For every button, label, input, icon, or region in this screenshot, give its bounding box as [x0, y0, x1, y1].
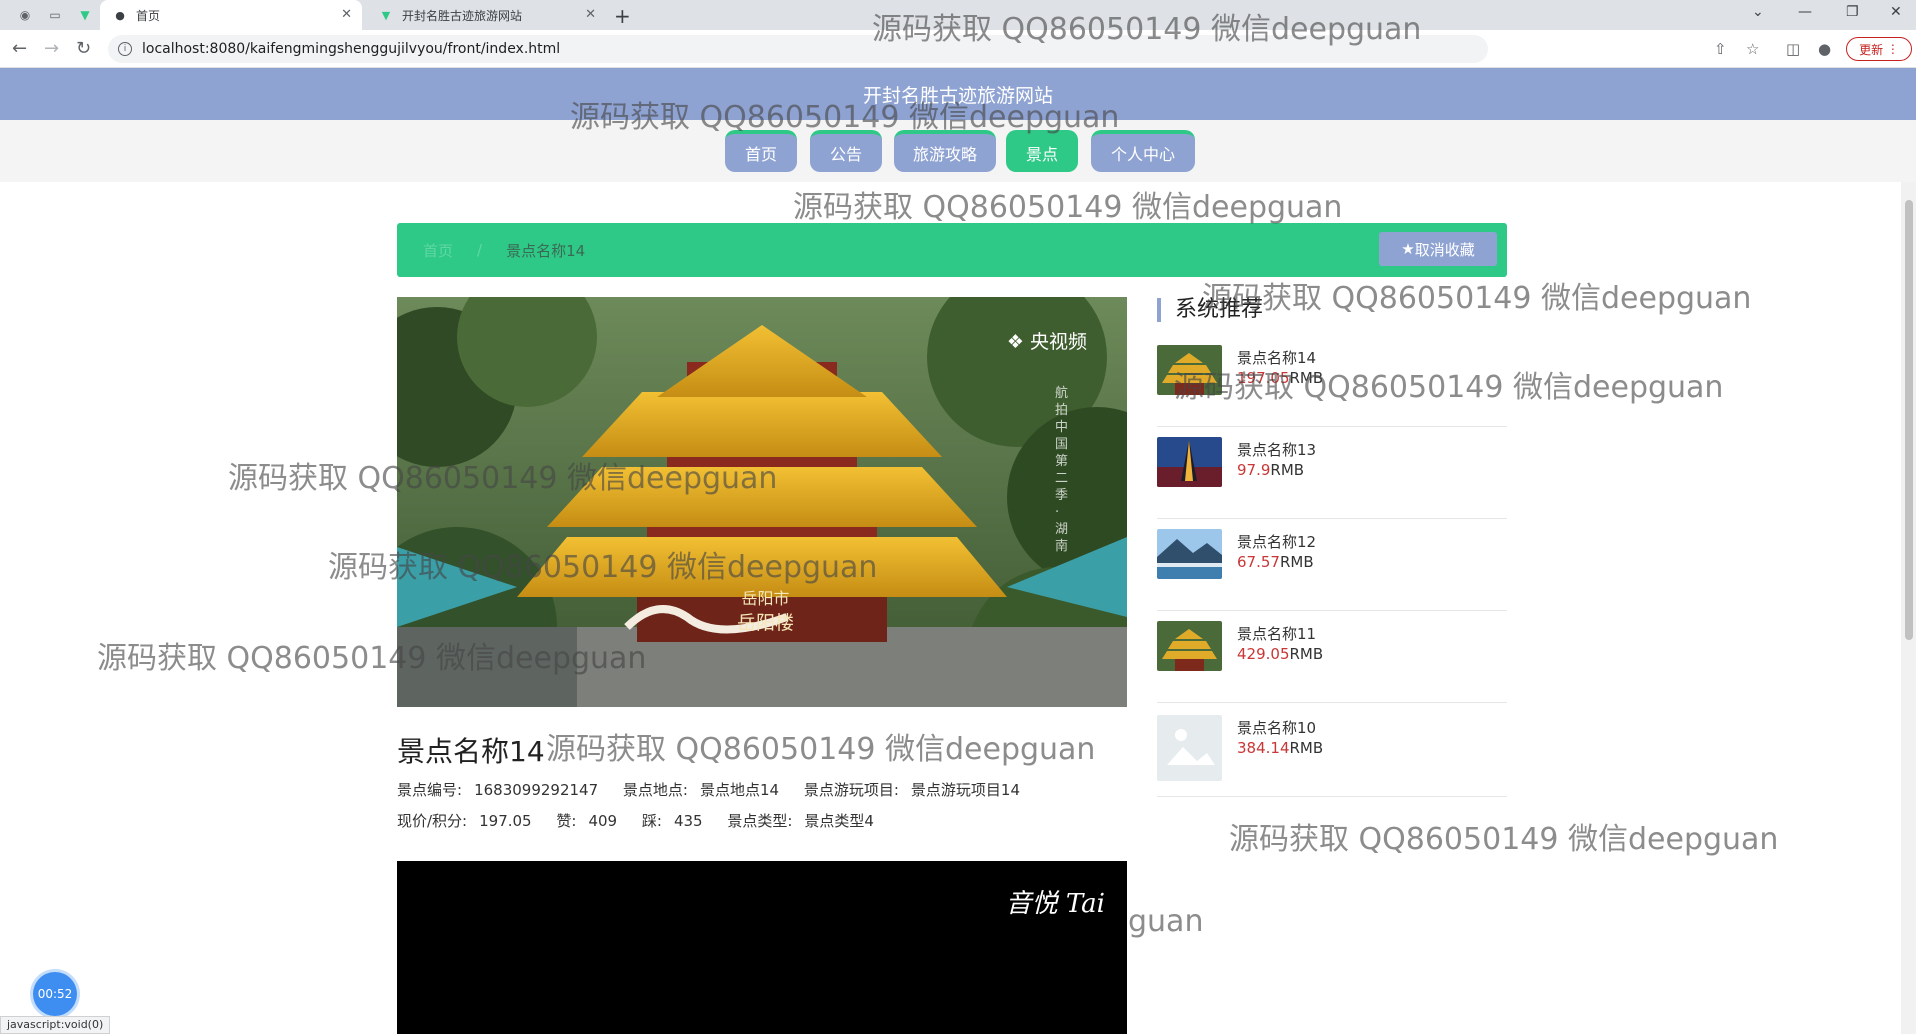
vue-icon: ▼: [381, 8, 391, 22]
recommend-thumbnail: [1157, 529, 1222, 579]
profile-icon[interactable]: ●: [1818, 40, 1831, 58]
info-icon[interactable]: i: [118, 42, 132, 56]
breadcrumb-separator: /: [477, 241, 483, 259]
bookmark-star-icon[interactable]: ☆: [1746, 40, 1759, 58]
video-logo: ❖ 央视频: [1006, 331, 1087, 353]
nav-scenic-spots[interactable]: 景点: [1006, 130, 1078, 172]
star-icon: ★: [1401, 240, 1415, 258]
address-bar-row: ← → ↻ i localhost:8080/kaifengmingshengg…: [0, 30, 1916, 68]
nav-travel-guide[interactable]: 旅游攻略: [894, 130, 996, 172]
recommend-name: 景点名称14: [1237, 349, 1317, 367]
close-icon[interactable]: ✕: [585, 7, 596, 22]
watermark: 源码获取 QQ86050149 微信deepguan: [546, 732, 1096, 767]
app-icon[interactable]: ◉: [16, 6, 34, 24]
sidebar-icon[interactable]: ◫: [1786, 40, 1800, 58]
tab-icon-blank[interactable]: ▭: [46, 6, 64, 24]
minimize-button[interactable]: —: [1798, 4, 1812, 20]
recommend-name: 景点名称11: [1237, 625, 1317, 643]
watermark: 源码获取 QQ86050149 微信deepguan: [793, 190, 1343, 225]
recommend-price: 384.14RMB: [1237, 739, 1324, 757]
breadcrumb-home[interactable]: 首页: [423, 240, 453, 261]
update-button[interactable]: 更新 ⋮: [1846, 37, 1912, 61]
main-nav: 首页 公告 旅游攻略 景点 个人中心: [0, 120, 1916, 182]
watermark: 源码获取 QQ86050149 微信deepguan: [1202, 281, 1752, 316]
recommend-item[interactable]: 景点名称13 97.9RMB: [1157, 427, 1507, 519]
recommend-heading: 系统推荐: [1157, 298, 1263, 322]
share-icon[interactable]: ⇧: [1714, 40, 1727, 58]
recommend-price: 429.05RMB: [1237, 645, 1324, 663]
scrollbar-thumb[interactable]: [1905, 200, 1913, 640]
tab-site[interactable]: ▼ 开封名胜古迹旅游网站 ✕: [366, 0, 606, 30]
recommend-name: 景点名称13: [1237, 441, 1317, 459]
restore-button[interactable]: ❐: [1846, 4, 1859, 20]
recommend-price: 97.9RMB: [1237, 461, 1305, 479]
watermark: guan: [1128, 904, 1204, 939]
recommend-name: 景点名称12: [1237, 533, 1317, 551]
site-title: 开封名胜古迹旅游网站: [862, 84, 1053, 107]
nav-home[interactable]: 首页: [725, 130, 797, 172]
recommend-thumbnail: [1157, 437, 1222, 487]
recording-timer[interactable]: 00:52: [33, 972, 77, 1016]
new-tab-button[interactable]: +: [614, 4, 631, 28]
close-icon[interactable]: ✕: [341, 7, 352, 22]
globe-icon: ●: [115, 8, 125, 22]
watermark: 源码获取 QQ86050149 微信deepguan: [1229, 822, 1779, 857]
nav-personal-center[interactable]: 个人中心: [1091, 130, 1195, 172]
detail-row-2: 现价/积分: 197.05 赞: 409 踩: 435 景点类型: 景点类型4: [397, 812, 874, 830]
recommend-price: 197.05RMB: [1237, 369, 1324, 387]
recommend-thumbnail: [1157, 621, 1222, 671]
unfavorite-button[interactable]: ★ 取消收藏: [1379, 232, 1497, 266]
window-close-button[interactable]: ✕: [1890, 4, 1902, 20]
detail-title: 景点名称14: [397, 735, 545, 768]
tab-search-icon[interactable]: ⌄: [1752, 4, 1764, 20]
site-header: 开封名胜古迹旅游网站: [0, 68, 1916, 120]
url-input[interactable]: i localhost:8080/kaifengmingshenggujilvy…: [108, 35, 1488, 63]
recommend-thumbnail: [1157, 345, 1222, 395]
tab-title: 首页: [136, 8, 161, 23]
recommend-item[interactable]: 景点名称12 67.57RMB: [1157, 519, 1507, 611]
browser-tab-bar: ◉ ▭ ▼ ● 首页 ✕ ▼ 开封名胜古迹旅游网站 ✕ + ⌄ — ❐ ✕: [0, 0, 1916, 30]
video-player[interactable]: 音悦 Tai: [397, 861, 1127, 1034]
video-caption: 音悦 Tai: [1005, 889, 1105, 919]
recommend-item[interactable]: 景点名称14 197.05RMB: [1157, 335, 1507, 427]
recommend-name: 景点名称10: [1237, 719, 1317, 737]
back-icon[interactable]: ←: [12, 38, 27, 59]
pagoda-illustration: [397, 297, 1127, 707]
status-bar: javascript:void(0): [0, 1016, 111, 1034]
reload-icon[interactable]: ↻: [76, 38, 91, 59]
detail-row-1: 景点编号: 1683099292147 景点地点: 景点地点14 景点游玩项目: 景点…: [397, 781, 1021, 799]
vue-icon[interactable]: ▼: [76, 6, 94, 24]
breadcrumb: 首页 / 景点名称14 ★ 取消收藏: [397, 223, 1507, 277]
tab-title: 开封名胜古迹旅游网站: [402, 8, 523, 23]
recommend-item[interactable]: 景点名称10 384.14RMB: [1157, 705, 1507, 797]
breadcrumb-current: 景点名称14: [506, 241, 586, 260]
recommend-thumbnail: [1157, 715, 1222, 781]
recommend-price: 67.57RMB: [1237, 553, 1314, 571]
image-caption: 岳阳市 岳阳楼: [737, 589, 795, 634]
nav-announcement[interactable]: 公告: [810, 130, 882, 172]
url-text: localhost:8080/kaifengmingshenggujilvyou…: [142, 41, 561, 57]
scenic-spot-image: ❖ 央视频 航拍中国 第二季 · 湖南 岳阳市 岳阳楼: [397, 297, 1127, 707]
recommend-item[interactable]: 景点名称11 429.05RMB: [1157, 611, 1507, 703]
forward-icon[interactable]: →: [44, 38, 59, 59]
tab-home[interactable]: ● 首页 ✕: [100, 0, 362, 30]
vertical-caption: 航拍中国 第二季 · 湖南: [1055, 386, 1069, 554]
